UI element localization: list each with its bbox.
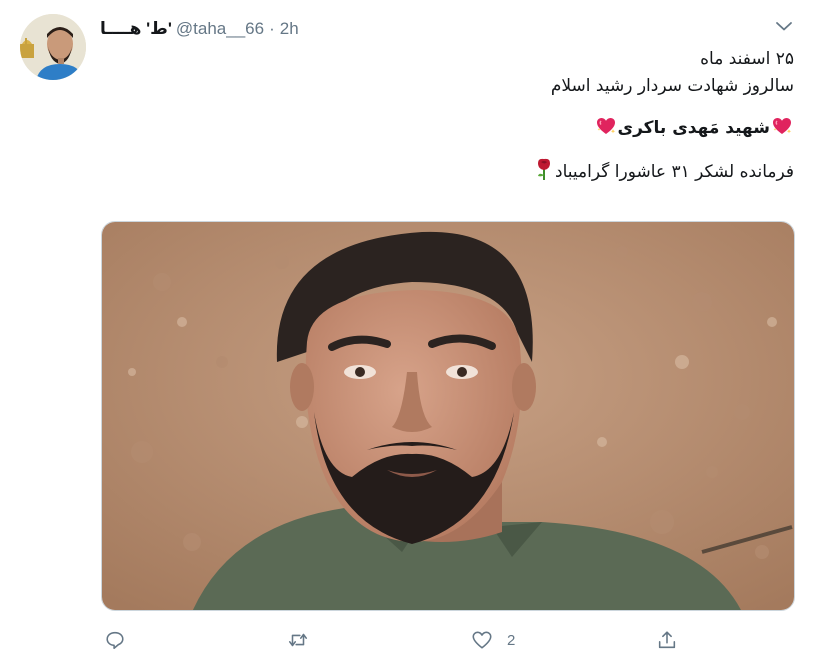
reply-icon <box>106 631 124 650</box>
like-count: 2 <box>507 631 516 649</box>
tweet: ط' هــــا' @taha__66 · 2h ۲۵ اسفند ماه س… <box>0 0 816 666</box>
commander-text: فرمانده لشکر ۳۱ عاشورا گرامیباد <box>555 162 794 182</box>
separator: · <box>269 19 275 38</box>
text-line-3: شهید مَهدی باکری <box>104 115 794 142</box>
portrait-image <box>102 222 794 610</box>
timestamp[interactable]: 2h <box>280 19 299 39</box>
retweet-button[interactable] <box>287 626 309 654</box>
retweet-icon <box>288 633 308 647</box>
tweet-actions: 2 <box>100 622 700 658</box>
text-line-1: ۲۵ اسفند ماه <box>700 49 794 69</box>
chevron-down-icon[interactable] <box>772 14 796 38</box>
sparkling-heart-icon <box>595 115 617 146</box>
rose-icon <box>534 157 554 190</box>
display-name[interactable]: ط' هــــا' <box>100 19 172 39</box>
tweet-header: ط' هــــا' @taha__66 · 2h <box>100 17 299 41</box>
share-icon <box>658 631 676 649</box>
heart-icon <box>472 631 492 649</box>
user-handle[interactable]: @taha__66 <box>176 19 264 39</box>
text-line-4: فرمانده لشکر ۳۱ عاشورا گرامیباد <box>104 157 794 184</box>
text-line-2: سالروز شهادت سردار رشید اسلام <box>550 76 794 96</box>
avatar-image <box>20 14 86 80</box>
martyr-name: شهید مَهدی باکری <box>617 118 771 138</box>
avatar[interactable] <box>20 14 86 80</box>
share-button[interactable] <box>656 626 678 654</box>
tweet-photo[interactable] <box>101 221 795 611</box>
sparkling-heart-icon <box>771 115 793 146</box>
reply-button[interactable] <box>104 626 126 654</box>
tweet-text: ۲۵ اسفند ماه سالروز شهادت سردار رشید اسل… <box>104 46 794 184</box>
like-button[interactable]: 2 <box>471 626 515 654</box>
